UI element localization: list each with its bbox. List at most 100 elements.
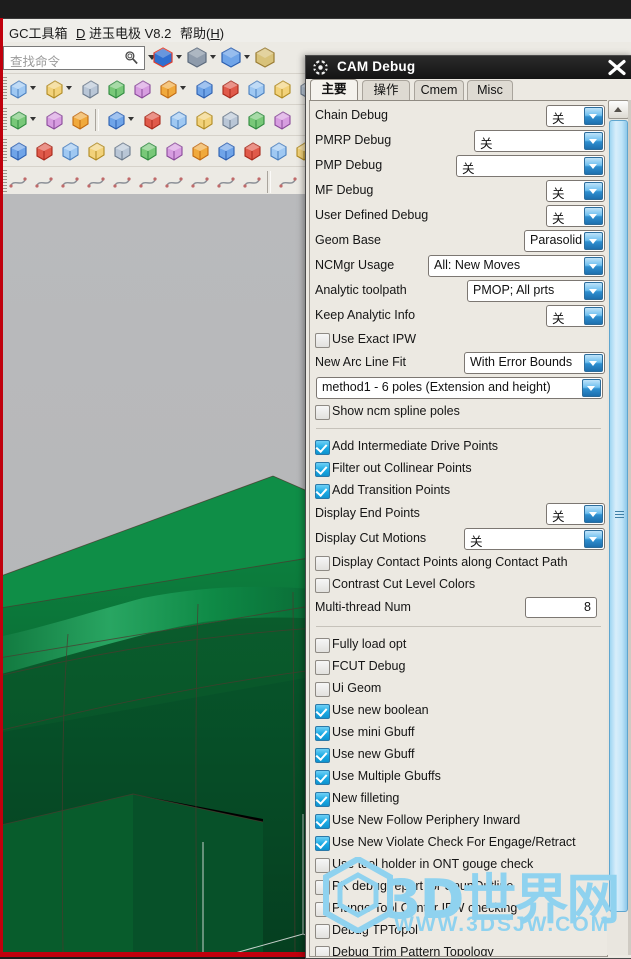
search-input[interactable]: 查找命令 — [3, 46, 145, 70]
tab-misc[interactable]: Misc — [467, 80, 513, 101]
checkbox-label-fcut-debug[interactable]: FCUT Debug — [332, 659, 405, 673]
toolbar-icon-r2-1[interactable] — [7, 78, 29, 100]
checkbox-use-new-follow-periphery-inward[interactable] — [315, 814, 330, 829]
checkbox-label-debug-trim-pattern-topology[interactable]: Debug Trim Pattern Topology — [332, 945, 494, 956]
checkbox-ui-geom[interactable] — [315, 682, 330, 697]
checkbox-display-contact-points-along-contact-path[interactable] — [315, 556, 330, 571]
scrollbar-thumb[interactable] — [609, 120, 628, 912]
toolbar-drag-grip[interactable] — [3, 77, 7, 101]
dropdown-user-defined-debug[interactable]: 关 — [546, 205, 605, 227]
menu-item-help[interactable]: 帮助(H) — [180, 23, 224, 42]
checkbox-use-new-gbuff[interactable] — [315, 748, 330, 763]
checkbox-label-use-mini-gbuff[interactable]: Use mini Gbuff — [332, 725, 414, 739]
checkbox-label-use-tool-holder-in-ont-gouge-check[interactable]: Use tool holder in ONT gouge check — [332, 857, 533, 871]
checkbox-label-fully-load-opt[interactable]: Fully load opt — [332, 637, 406, 651]
section-view-dropdown-arrow-icon[interactable] — [210, 55, 216, 59]
toolbar-icon-r5-4[interactable] — [85, 171, 107, 193]
checkbox-label-pk-debug-report-for-spunoutline[interactable]: PK debug report for SpunOutline — [332, 879, 513, 893]
toolbar-icon-r4-6[interactable] — [137, 140, 159, 162]
toolbar-drag-grip[interactable] — [3, 139, 7, 163]
dropdown-arrow-icon-analytic-toolpath[interactable] — [584, 282, 603, 300]
checkbox-label-debug-tptopol[interactable]: Debug TPTopol — [332, 923, 418, 937]
toolbar-icon-r5-10[interactable] — [241, 171, 263, 193]
dropdown-arrow-icon-geom-base[interactable] — [584, 232, 603, 250]
checkbox-fully-load-opt[interactable] — [315, 638, 330, 653]
toolbar-icon-r5-9[interactable] — [215, 171, 237, 193]
toolbar-icon-r3-7[interactable] — [193, 109, 215, 131]
dialog-scrollbar[interactable] — [607, 100, 629, 955]
dropdown-pmp-debug[interactable]: 关 — [456, 155, 605, 177]
checkbox-add-transition-points[interactable] — [315, 484, 330, 499]
dropdown-arrow-icon-chain-debug[interactable] — [584, 107, 603, 125]
dropdown-method1-6-poles-extension-and-height[interactable]: method1 - 6 poles (Extension and height) — [316, 377, 603, 399]
toolbar-icon-r3-5[interactable] — [141, 109, 163, 131]
toolbar-icon-r3-8[interactable] — [219, 109, 241, 131]
dialog-title-bar[interactable]: CAM Debug — [306, 56, 631, 80]
checkbox-label-use-new-follow-periphery-inward[interactable]: Use New Follow Periphery Inward — [332, 813, 520, 827]
close-icon[interactable] — [606, 58, 628, 77]
toolbar-drag-grip[interactable] — [3, 170, 7, 194]
toolbar-icon-r4-10[interactable] — [241, 140, 263, 162]
menu-item-electrode[interactable]: D 进玉电极 V8.2 — [76, 23, 171, 42]
checkbox-contrast-cut-level-colors[interactable] — [315, 578, 330, 593]
dropdown-arrow-icon-keep-analytic-info[interactable] — [584, 307, 603, 325]
dropdown-display-cut-motions[interactable]: 关 — [464, 528, 605, 550]
dropdown-arrow-icon-new-arc-line-fit[interactable] — [584, 354, 603, 372]
checkbox-filter-out-collinear-points[interactable] — [315, 462, 330, 477]
number-input-multi-thread-num[interactable]: 8 — [525, 597, 597, 618]
toolbar-icon-r3-2[interactable] — [43, 109, 65, 131]
toolbar-icon-r5-3[interactable] — [59, 171, 81, 193]
toolbar-icon-r4-4[interactable] — [85, 140, 107, 162]
shaded-box-icon[interactable] — [220, 46, 242, 68]
tab-cmem[interactable]: Cmem — [414, 80, 464, 101]
checkbox-label-show-ncm-spline-poles[interactable]: Show ncm spline poles — [332, 404, 460, 418]
scroll-up-arrow-icon[interactable] — [608, 100, 629, 119]
toolbar-icon-r3-10[interactable] — [271, 109, 293, 131]
dropdown-arrow-icon-display-cut-motions[interactable] — [584, 530, 603, 548]
dropdown-display-end-points[interactable]: 关 — [546, 503, 605, 525]
dropdown-new-arc-line-fit[interactable]: With Error Bounds — [464, 352, 605, 374]
checkbox-use-mini-gbuff[interactable] — [315, 726, 330, 741]
checkbox-debug-trim-pattern-topology[interactable] — [315, 946, 330, 956]
dropdown-geom-base[interactable]: Parasolid — [524, 230, 605, 252]
toolbar-icon-r2-1-dropdown-arrow-icon[interactable] — [30, 86, 36, 90]
toolbar-icon-r5-2[interactable] — [33, 171, 55, 193]
shaded-box-dropdown-arrow-icon[interactable] — [244, 55, 250, 59]
dropdown-arrow-icon-method1-6-poles-extension-and-height[interactable] — [582, 379, 601, 397]
checkbox-add-intermediate-drive-points[interactable] — [315, 440, 330, 455]
toolbar-icon-r4-2[interactable] — [33, 140, 55, 162]
toolbar-drag-grip[interactable] — [3, 108, 7, 132]
checkbox-debug-tptopol[interactable] — [315, 924, 330, 939]
toolbar-icon-r2-6[interactable] — [157, 78, 179, 100]
toolbar-icon-r4-9[interactable] — [215, 140, 237, 162]
toolbar-icon-r2-9[interactable] — [245, 78, 267, 100]
dropdown-arrow-icon-mf-debug[interactable] — [584, 182, 603, 200]
toolbar-icon-r2-8[interactable] — [219, 78, 241, 100]
checkbox-use-new-boolean[interactable] — [315, 704, 330, 719]
toolbar-icon-r5-7[interactable] — [163, 171, 185, 193]
toolbar-icon-r3-4[interactable] — [105, 109, 127, 131]
toolbar-icon-r2-6-dropdown-arrow-icon[interactable] — [180, 86, 186, 90]
toolbar-icon-r2-3[interactable] — [79, 78, 101, 100]
toolbar-icon-r3-3[interactable] — [69, 109, 91, 131]
dropdown-arrow-icon-ncmgr-usage[interactable] — [584, 257, 603, 275]
checkbox-label-use-multiple-gbuffs[interactable]: Use Multiple Gbuffs — [332, 769, 441, 783]
toolbar-icon-r2-4[interactable] — [105, 78, 127, 100]
toolbar-icon-r3-6[interactable] — [167, 109, 189, 131]
checkbox-label-add-intermediate-drive-points[interactable]: Add Intermediate Drive Points — [332, 439, 498, 453]
checkbox-label-add-transition-points[interactable]: Add Transition Points — [332, 483, 450, 497]
checkbox-label-use-new-violate-check-for-engage-retract[interactable]: Use New Violate Check For Engage/Retract — [332, 835, 576, 849]
dropdown-keep-analytic-info[interactable]: 关 — [546, 305, 605, 327]
toolbar-icon-r4-7[interactable] — [163, 140, 185, 162]
toolbar-icon-r4-11[interactable] — [267, 140, 289, 162]
toolbar-icon-r4-5[interactable] — [111, 140, 133, 162]
fit-view-icon[interactable] — [152, 46, 174, 68]
checkbox-use-tool-holder-in-ont-gouge-check[interactable] — [315, 858, 330, 873]
tab-operation[interactable]: 操作 — [362, 80, 410, 101]
checkbox-use-multiple-gbuffs[interactable] — [315, 770, 330, 785]
toolbar-icon-r4-1[interactable] — [7, 140, 29, 162]
checkbox-label-contrast-cut-level-colors[interactable]: Contrast Cut Level Colors — [332, 577, 475, 591]
checkbox-plunge-tool-center-ifw-checking[interactable] — [315, 902, 330, 917]
checkbox-label-display-contact-points-along-contact-path[interactable]: Display Contact Points along Contact Pat… — [332, 555, 568, 569]
checkbox-label-filter-out-collinear-points[interactable]: Filter out Collinear Points — [332, 461, 472, 475]
